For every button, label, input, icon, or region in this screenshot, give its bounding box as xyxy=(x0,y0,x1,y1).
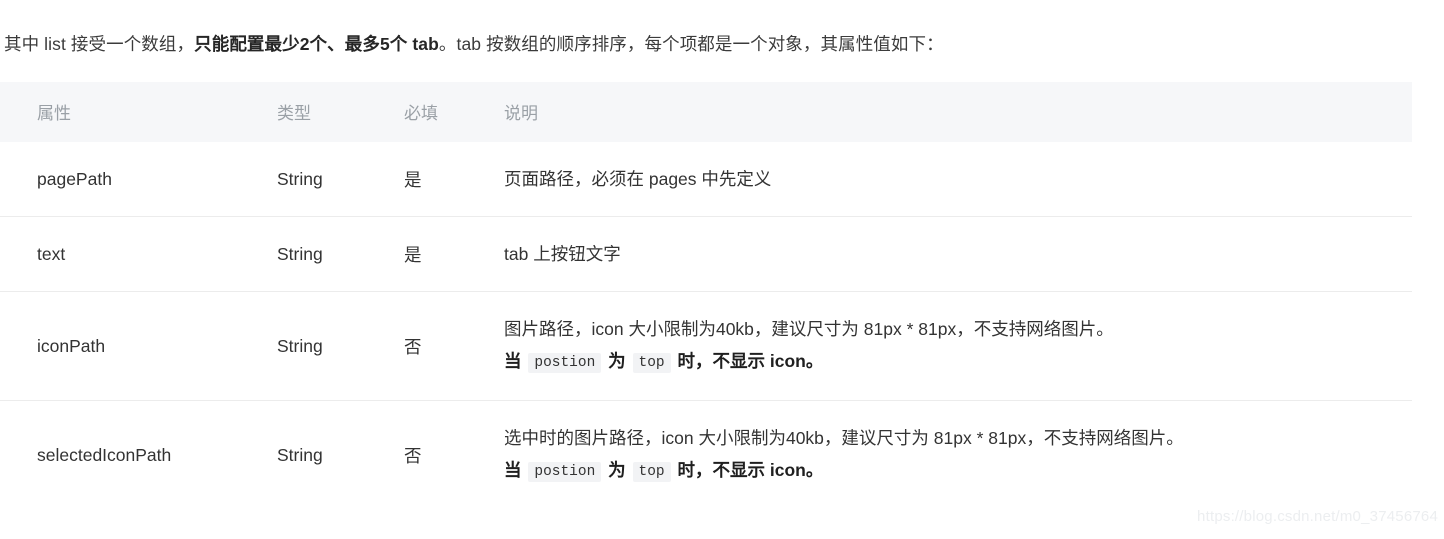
table-row: iconPath String 否图片路径，icon 大小限制为40kb，建议尺寸为… xyxy=(0,291,1412,401)
table-body: pagePath String 是页面路径，必须在 pages 中先定义 text St… xyxy=(0,142,1412,509)
description-fragment: 时，不显示 icon。 xyxy=(672,460,824,480)
cell-attribute: iconPath xyxy=(0,291,277,401)
column-header-description: 说明 xyxy=(504,82,1412,142)
cell-type: String xyxy=(277,400,404,509)
description-fragment: tab 上按钮文字 xyxy=(504,244,621,264)
description-note: 当 postion 为 top 时，不显示 icon。 xyxy=(504,346,1412,378)
intro-text: 。tab 按数组的顺序排序，每个项都是一个对象，其属性值如下： xyxy=(438,33,944,54)
inline-code: postion xyxy=(528,462,602,482)
table-row: selectedIconPath String 否选中时的图片路径，icon 大小限… xyxy=(0,400,1412,509)
table-header: 属性 类型 必填 说明 xyxy=(0,82,1412,142)
tab-item-properties-table: 属性 类型 必填 说明 pagePath String 是页面路径，必须在 page… xyxy=(0,82,1412,509)
cell-type: String xyxy=(277,216,404,292)
cell-required: 否 xyxy=(404,291,504,401)
description-text: tab 上按钮文字 xyxy=(504,239,1412,269)
cell-required: 是 xyxy=(404,142,504,217)
cell-required: 否 xyxy=(404,400,504,509)
description-fragment: 为 xyxy=(603,351,631,371)
column-header-required: 必填 xyxy=(404,82,504,142)
description-text: 选中时的图片路径，icon 大小限制为40kb，建议尺寸为 81px * 81p… xyxy=(504,423,1412,453)
description-note: 当 postion 为 top 时，不显示 icon。 xyxy=(504,455,1412,487)
cell-description: tab 上按钮文字 xyxy=(504,216,1412,292)
column-header-attribute: 属性 xyxy=(0,82,277,142)
description-text: 页面路径，必须在 pages 中先定义 xyxy=(504,164,1412,194)
watermark: https://blog.csdn.net/m0_37456764 xyxy=(1197,508,1438,525)
inline-code: top xyxy=(632,353,671,373)
cell-attribute: text xyxy=(0,216,277,292)
table-row: text String 是 tab 上按钮文字 xyxy=(0,216,1412,292)
inline-code: postion xyxy=(528,353,602,373)
description-fragment: 当 xyxy=(504,460,527,480)
description-fragment: 当 xyxy=(504,351,527,371)
table-header-row: 属性 类型 必填 说明 xyxy=(0,82,1412,142)
inline-code: top xyxy=(632,462,671,482)
cell-type: String xyxy=(277,291,404,401)
description-fragment: 时，不显示 icon。 xyxy=(672,351,824,371)
cell-description: 选中时的图片路径，icon 大小限制为40kb，建议尺寸为 81px * 81p… xyxy=(504,400,1412,509)
cell-required: 是 xyxy=(404,216,504,292)
column-header-type: 类型 xyxy=(277,82,404,142)
cell-attribute: pagePath xyxy=(0,142,277,217)
cell-attribute: selectedIconPath xyxy=(0,400,277,509)
description-fragment: 为 xyxy=(603,460,631,480)
intro-paragraph: 其中 list 接受一个数组，只能配置最少2个、最多5个 tab。tab 按数组… xyxy=(4,30,1434,58)
cell-type: String xyxy=(277,142,404,217)
description-text: 图片路径，icon 大小限制为40kb，建议尺寸为 81px * 81px，不支… xyxy=(504,314,1412,344)
intro-text: 其中 list 接受一个数组， xyxy=(4,33,195,54)
description-fragment: 图片路径，icon 大小限制为40kb，建议尺寸为 81px * 81px，不支… xyxy=(504,319,1114,339)
cell-description: 页面路径，必须在 pages 中先定义 xyxy=(504,142,1412,217)
description-fragment: 选中时的图片路径，icon 大小限制为40kb，建议尺寸为 81px * 81p… xyxy=(504,428,1184,448)
cell-description: 图片路径，icon 大小限制为40kb，建议尺寸为 81px * 81px，不支… xyxy=(504,291,1412,401)
table-row: pagePath String 是页面路径，必须在 pages 中先定义 xyxy=(0,142,1412,217)
intro-emphasis: 只能配置最少2个、最多5个 tab xyxy=(194,33,439,54)
description-fragment: 页面路径，必须在 pages 中先定义 xyxy=(504,169,772,189)
